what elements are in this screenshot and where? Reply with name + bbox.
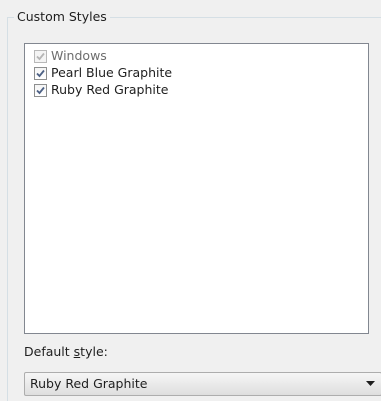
chevron-down-icon[interactable] <box>366 381 375 387</box>
list-item-ruby-red-graphite[interactable]: Ruby Red Graphite <box>34 82 168 98</box>
list-item-pearl-blue-graphite[interactable]: Pearl Blue Graphite <box>34 65 172 81</box>
checkmark-icon <box>36 52 45 60</box>
custom-styles-panel: Custom Styles Windows Pearl Blue Graphit… <box>0 0 381 401</box>
checkmark-icon <box>36 69 45 77</box>
list-item-windows: Windows <box>34 48 107 64</box>
list-item-label: Ruby Red Graphite <box>51 82 169 97</box>
groupbox-title: Custom Styles <box>14 9 110 25</box>
checkmark-icon <box>36 86 45 94</box>
list-item-label: Windows <box>51 48 107 63</box>
default-style-label: Default style: <box>24 344 108 359</box>
list-item-label: Pearl Blue Graphite <box>51 65 173 80</box>
pearl-blue-graphite-checkbox[interactable] <box>34 66 47 80</box>
windows-checkbox <box>34 49 47 63</box>
dropdown-selected-value: Ruby Red Graphite <box>30 376 148 391</box>
default-style-dropdown[interactable]: Ruby Red Graphite <box>24 372 381 396</box>
ruby-red-graphite-checkbox[interactable] <box>34 83 47 97</box>
styles-listbox[interactable]: Windows Pearl Blue Graphite Ruby Red Gra… <box>24 43 369 334</box>
